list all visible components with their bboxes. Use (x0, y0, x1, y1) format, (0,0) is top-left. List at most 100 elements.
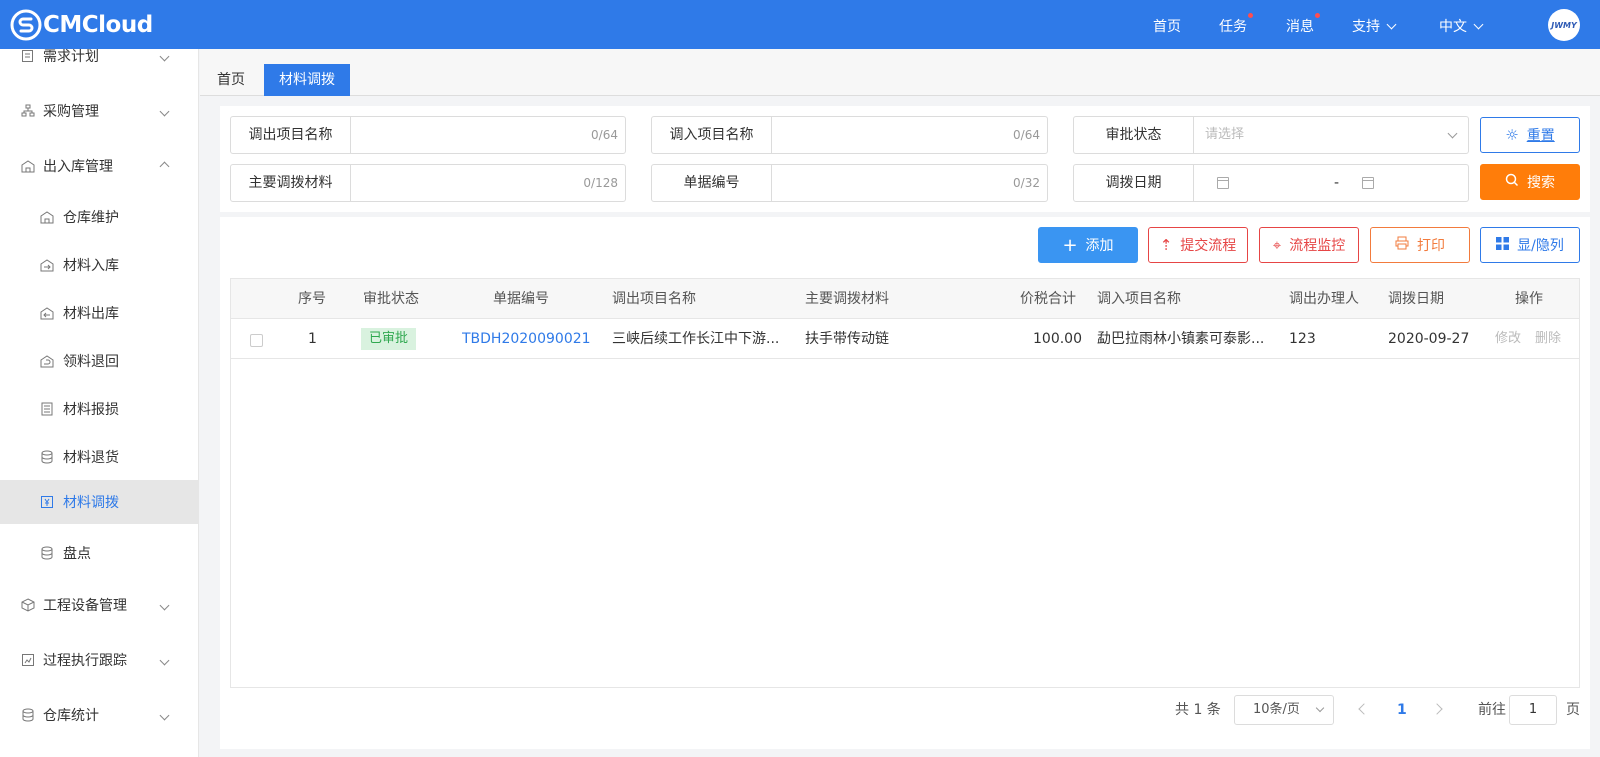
col-header: 审批状态 (363, 291, 419, 307)
coins-icon (39, 449, 55, 465)
nav-support[interactable]: 支持 (1352, 16, 1397, 36)
sidebar-item-label: 领料退回 (63, 354, 119, 370)
sidebar-item-material-refund[interactable]: 材料退货 (0, 435, 198, 479)
in-project-field[interactable]: 调入项目名称 0/64 (651, 116, 1048, 154)
sidebar-item-label: 材料退货 (63, 450, 119, 466)
nav-messages[interactable]: 消息 (1286, 13, 1320, 36)
calendar-icon (1362, 177, 1374, 189)
sidebar-item-warehouse-maintenance[interactable]: 仓库维护 (0, 195, 198, 239)
col-header: 单据编号 (493, 291, 549, 307)
add-button[interactable]: + 添加 (1038, 227, 1138, 263)
cell-in-project: 勐巴拉雨林小镇素可泰影... (1097, 331, 1265, 347)
sidebar-item-warehouse-stats[interactable]: 仓库统计 (0, 693, 198, 737)
warehouse-icon (39, 209, 55, 225)
sidebar-item-label: 仓库维护 (63, 210, 119, 226)
search-button[interactable]: 搜索 (1480, 164, 1580, 200)
top-header: CMCloud 首页 任务 消息 支持 中文 JWMY (0, 0, 1600, 49)
reset-label: 重置 (1526, 128, 1555, 144)
current-page[interactable]: 1 (1397, 695, 1407, 725)
nav-language[interactable]: 中文 (1439, 16, 1484, 36)
cube-icon (20, 597, 36, 613)
tab-home-label: 首页 (217, 72, 245, 88)
delete-link[interactable]: 删除 (1535, 319, 1561, 359)
sidebar-item-equipment[interactable]: 工程设备管理 (0, 583, 198, 627)
cell-index: 1 (308, 331, 317, 347)
sidebar: 需求计划 采购管理 出入库管理 仓库维护 材料入库 材料出库 领料退回 材料报损… (0, 49, 199, 757)
data-table: 序号 审批状态 单据编号 调出项目名称 主要调拨材料 价税合计 调入项目名称 调… (230, 278, 1580, 688)
nav-language-label: 中文 (1439, 19, 1467, 35)
tab-home[interactable]: 首页 (202, 64, 260, 96)
database-icon (39, 545, 55, 561)
approval-status-select[interactable]: 审批状态 请选择 (1073, 116, 1469, 154)
tab-material-transfer[interactable]: 材料调拨 (264, 64, 350, 96)
toggle-columns-button[interactable]: 显/隐列 (1480, 227, 1580, 263)
sidebar-item-material-loss[interactable]: 材料报损 (0, 387, 198, 431)
nav-tasks[interactable]: 任务 (1219, 13, 1253, 36)
chevron-down-icon (1447, 128, 1458, 139)
col-header: 调拨日期 (1388, 291, 1444, 307)
sidebar-item-material-transfer[interactable]: 材料调拨 (0, 480, 198, 524)
sidebar-item-process-tracking[interactable]: 过程执行跟踪 (0, 638, 198, 682)
logo[interactable]: CMCloud (10, 9, 153, 41)
char-count: 0/32 (1013, 176, 1040, 190)
page-suffix: 页 (1566, 702, 1580, 718)
submit-process-button[interactable]: ⇡ 提交流程 (1148, 227, 1248, 263)
table-row[interactable]: 1 已审批 TBDH2020090021 三峡后续工作长江中下游... 扶手带传… (231, 319, 1579, 359)
sidebar-item-material-in[interactable]: 材料入库 (0, 243, 198, 287)
page-size-select[interactable]: 10条/页 (1234, 695, 1334, 725)
goto-value: 1 (1528, 702, 1538, 717)
sidebar-item-material-return[interactable]: 领料退回 (0, 339, 198, 383)
reset-button[interactable]: ☼ 重置 (1480, 117, 1580, 153)
sidebar-item-demand-plan[interactable]: 需求计划 (0, 49, 198, 78)
tab-bar: 首页 材料调拨 (200, 49, 1600, 96)
sidebar-item-label: 盘点 (63, 546, 91, 562)
submit-label: 提交流程 (1180, 238, 1237, 254)
sidebar-item-material-out[interactable]: 材料出库 (0, 291, 198, 335)
notification-dot (1315, 13, 1320, 18)
warehouse-icon (20, 158, 36, 174)
page-size-value: 10条/页 (1253, 702, 1300, 717)
track-icon (20, 652, 36, 668)
doc-no-field[interactable]: 单据编号 0/32 (651, 164, 1048, 202)
status-badge: 已审批 (361, 328, 417, 350)
sidebar-item-inventory[interactable]: 出入库管理 (0, 144, 198, 188)
nav-home[interactable]: 首页 (1153, 16, 1181, 36)
cell-amount: 100.00 (1033, 331, 1082, 347)
char-count: 0/64 (591, 128, 618, 142)
chevron-down-icon (1473, 19, 1484, 30)
select-placeholder: 请选择 (1205, 127, 1245, 142)
avatar[interactable]: JWMY (1548, 9, 1580, 41)
sidebar-item-label: 材料报损 (63, 402, 119, 418)
sidebar-item-purchase[interactable]: 采购管理 (0, 89, 198, 133)
nav-tasks-label: 任务 (1219, 19, 1247, 35)
col-header: 操作 (1515, 291, 1543, 307)
process-monitor-button[interactable]: ⌖ 流程监控 (1259, 227, 1359, 263)
chevron-down-icon (159, 51, 170, 61)
calendar-icon (1217, 177, 1229, 189)
print-button[interactable]: 打印 (1370, 227, 1470, 263)
nav-support-label: 支持 (1352, 19, 1380, 35)
add-label: 添加 (1085, 238, 1114, 254)
doc-no-link[interactable]: TBDH2020090021 (462, 319, 591, 359)
sidebar-item-stocktake[interactable]: 盘点 (0, 531, 198, 575)
edit-link[interactable]: 修改 (1495, 319, 1521, 359)
target-icon: ⌖ (1272, 236, 1282, 254)
cell-date: 2020-09-27 (1388, 331, 1470, 347)
field-label: 主要调拨材料 (231, 165, 351, 201)
upload-icon: ⇡ (1159, 236, 1173, 254)
report-icon (39, 401, 55, 417)
goto-page-input[interactable]: 1 (1509, 695, 1557, 725)
chevron-down-icon (159, 655, 170, 665)
sidebar-item-label: 工程设备管理 (43, 598, 127, 614)
notification-dot (1248, 13, 1253, 18)
row-checkbox[interactable] (250, 334, 263, 347)
sidebar-item-label: 采购管理 (43, 104, 99, 120)
monitor-label: 流程监控 (1289, 238, 1346, 254)
tab-material-transfer-label: 材料调拨 (279, 72, 335, 88)
col-header: 调入项目名称 (1097, 291, 1181, 307)
date-range-field[interactable]: 调拨日期 - (1073, 164, 1469, 202)
sidebar-item-label: 出入库管理 (43, 159, 113, 175)
out-project-field[interactable]: 调出项目名称 0/64 (230, 116, 626, 154)
avatar-text: JWMY (1551, 20, 1577, 30)
material-field[interactable]: 主要调拨材料 0/128 (230, 164, 626, 202)
